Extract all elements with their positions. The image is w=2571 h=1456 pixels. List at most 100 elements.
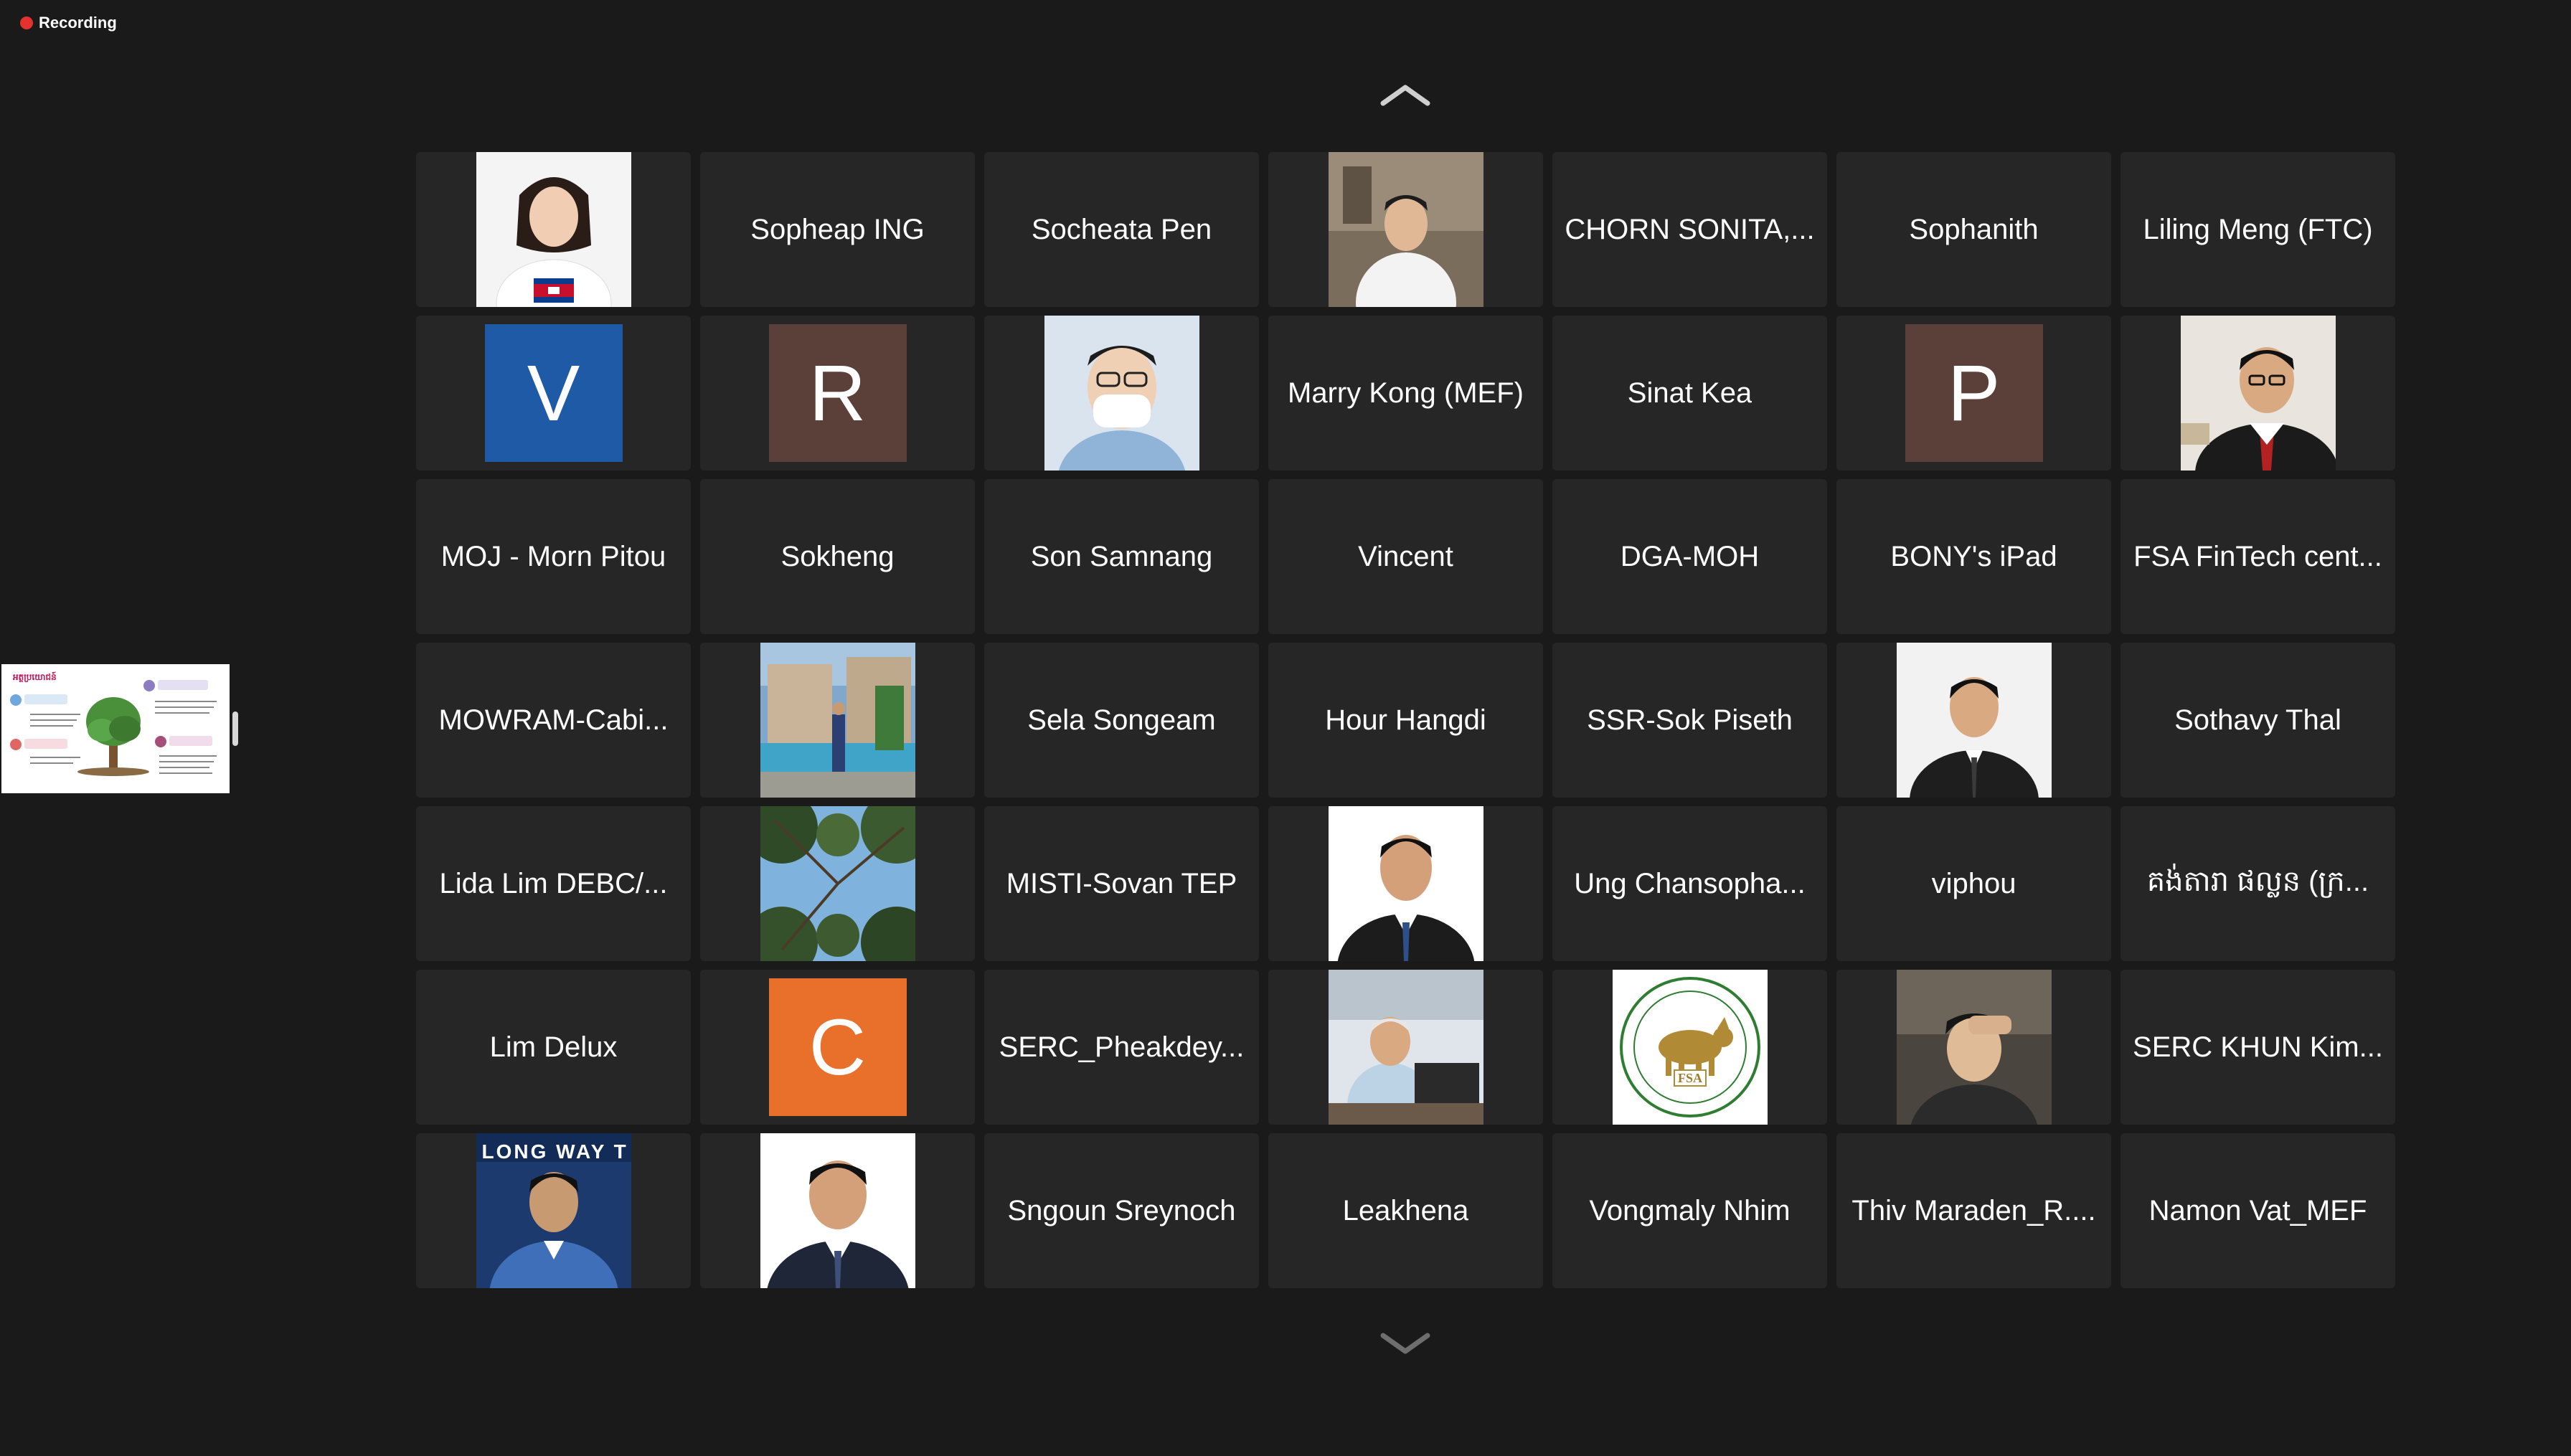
participant-tile[interactable]: MOWRAM-Cabi... — [416, 643, 691, 798]
participant-tile[interactable]: Socheata Pen — [984, 152, 1259, 307]
participant-avatar: C — [768, 978, 907, 1116]
participant-name: Sngoun Sreynoch — [1007, 1194, 1236, 1226]
participant-name: Leakhena — [1342, 1194, 1469, 1226]
participant-name: Vincent — [1358, 540, 1453, 572]
participant-tile[interactable] — [1268, 806, 1543, 961]
participant-tile[interactable]: LONG WAY T — [416, 1133, 691, 1288]
participant-name: Sela Songeam — [1027, 704, 1216, 736]
thumbnail-resize-handle[interactable] — [232, 712, 238, 746]
participant-photo — [1328, 806, 1483, 961]
participant-name: MISTI-Sovan TEP — [1006, 867, 1237, 899]
participant-tile[interactable]: FSA — [1552, 970, 1827, 1125]
participant-name: Lim Delux — [489, 1031, 618, 1063]
participant-tile[interactable]: Sngoun Sreynoch — [984, 1133, 1259, 1288]
participant-tile[interactable]: Sela Songeam — [984, 643, 1259, 798]
participant-photo — [760, 643, 915, 798]
participant-tile[interactable]: DGA-MOH — [1552, 479, 1827, 634]
participant-tile[interactable]: R — [700, 316, 975, 471]
participant-name: Sophanith — [1909, 213, 2039, 245]
participant-photo — [1896, 970, 2052, 1125]
participant-name: Vongmaly Nhim — [1589, 1194, 1791, 1226]
participant-tile[interactable]: SSR-Sok Piseth — [1552, 643, 1827, 798]
participant-tile[interactable]: Ung Chansopha... — [1552, 806, 1827, 961]
participant-tile[interactable] — [1268, 152, 1543, 307]
participant-tile[interactable]: Son Samnang — [984, 479, 1259, 634]
participant-tile[interactable]: P — [1836, 316, 2111, 471]
participant-photo — [1328, 970, 1483, 1125]
participant-tile[interactable] — [700, 1133, 975, 1288]
participant-photo — [476, 152, 631, 307]
shared-screen-thumbnail[interactable]: អត្ថប្រយោជន៍ — [1, 664, 230, 793]
participant-name: Lida Lim DEBC/... — [439, 867, 668, 899]
participant-photo — [1896, 643, 2052, 798]
participant-tile[interactable]: C — [700, 970, 975, 1125]
participant-name: Sinat Kea — [1627, 377, 1752, 409]
participant-name: គង់តារា ផល្លន (ក្រ... — [2146, 865, 2369, 897]
participant-tile[interactable]: Leakhena — [1268, 1133, 1543, 1288]
participant-tile[interactable] — [416, 152, 691, 307]
participant-tile[interactable]: Sopheap ING — [700, 152, 975, 307]
participant-photo — [1328, 152, 1483, 307]
participant-name: MOWRAM-Cabi... — [438, 704, 669, 736]
participant-tile[interactable] — [1836, 643, 2111, 798]
participant-tile[interactable]: FSA FinTech cent... — [2121, 479, 2395, 634]
participant-avatar: P — [1905, 324, 2043, 462]
participant-name: Sokheng — [780, 540, 895, 572]
participant-tile[interactable]: Sophanith — [1836, 152, 2111, 307]
participant-photo — [1044, 316, 1199, 471]
participant-tile[interactable]: Marry Kong (MEF) — [1268, 316, 1543, 471]
participant-avatar: V — [484, 324, 623, 462]
participant-tile[interactable]: Lida Lim DEBC/... — [416, 806, 691, 961]
participant-tile[interactable]: គង់តារា ផល្លន (ក្រ... — [2121, 806, 2395, 961]
participant-photo — [760, 806, 915, 961]
participant-name: Hour Hangdi — [1325, 704, 1486, 736]
participant-name: Thiv Maraden_R.... — [1851, 1194, 2096, 1226]
slide-preview-image — [10, 680, 217, 776]
page-up-button[interactable] — [1379, 80, 1432, 109]
participant-name: Sopheap ING — [750, 213, 925, 245]
meeting-window: Recording Sopheap ING Socheata Pen CHORN S… — [0, 0, 2571, 1456]
participant-name: Ung Chansopha... — [1574, 867, 1806, 899]
participant-gallery: Sopheap ING Socheata Pen CHORN SONITA,... S… — [416, 152, 2395, 1288]
participant-tile[interactable] — [984, 316, 1259, 471]
participant-name: Son Samnang — [1030, 540, 1213, 572]
participant-tile[interactable]: Vongmaly Nhim — [1552, 1133, 1827, 1288]
recording-label: Recording — [39, 14, 117, 32]
participant-photo: LONG WAY T — [476, 1133, 631, 1288]
recording-indicator[interactable]: Recording — [20, 14, 117, 32]
participant-tile[interactable] — [2121, 316, 2395, 471]
participant-name: Liling Meng (FTC) — [2143, 213, 2373, 245]
participant-tile[interactable]: Hour Hangdi — [1268, 643, 1543, 798]
participant-tile[interactable]: SERC KHUN Kim... — [2121, 970, 2395, 1125]
participant-tile[interactable]: Sokheng — [700, 479, 975, 634]
participant-tile[interactable] — [700, 643, 975, 798]
participant-tile[interactable]: CHORN SONITA,... — [1552, 152, 1827, 307]
chevron-up-icon — [1380, 85, 1430, 106]
participant-tile[interactable] — [700, 806, 975, 961]
participant-name: CHORN SONITA,... — [1565, 213, 1815, 245]
participant-tile[interactable]: Sothavy Thal — [2121, 643, 2395, 798]
participant-tile[interactable]: Lim Delux — [416, 970, 691, 1125]
participant-name: viphou — [1931, 867, 2016, 899]
participant-tile[interactable] — [1836, 970, 2111, 1125]
participant-photo — [2180, 316, 2336, 471]
participant-name: DGA-MOH — [1620, 540, 1760, 572]
participant-photo: FSA — [1612, 970, 1768, 1125]
participant-tile[interactable] — [1268, 970, 1543, 1125]
participant-tile[interactable]: BONY's iPad — [1836, 479, 2111, 634]
participant-tile[interactable]: Liling Meng (FTC) — [2121, 152, 2395, 307]
participant-tile[interactable]: viphou — [1836, 806, 2111, 961]
participant-tile[interactable]: MOJ - Morn Pitou — [416, 479, 691, 634]
participant-name: SSR-Sok Piseth — [1587, 704, 1793, 736]
participant-tile[interactable]: MISTI-Sovan TEP — [984, 806, 1259, 961]
participant-tile[interactable]: SERC_Pheakdey... — [984, 970, 1259, 1125]
participant-name: SERC KHUN Kim... — [2133, 1031, 2383, 1063]
participant-tile[interactable]: V — [416, 316, 691, 471]
participant-name: BONY's iPad — [1890, 540, 2057, 572]
participant-tile[interactable]: Sinat Kea — [1552, 316, 1827, 471]
participant-tile[interactable]: Thiv Maraden_R.... — [1836, 1133, 2111, 1288]
participant-tile[interactable]: Vincent — [1268, 479, 1543, 634]
participant-tile[interactable]: Namon Vat_MEF — [2121, 1133, 2395, 1288]
fsa-logo-text: FSA — [1677, 1071, 1702, 1085]
page-down-button[interactable] — [1379, 1330, 1432, 1358]
